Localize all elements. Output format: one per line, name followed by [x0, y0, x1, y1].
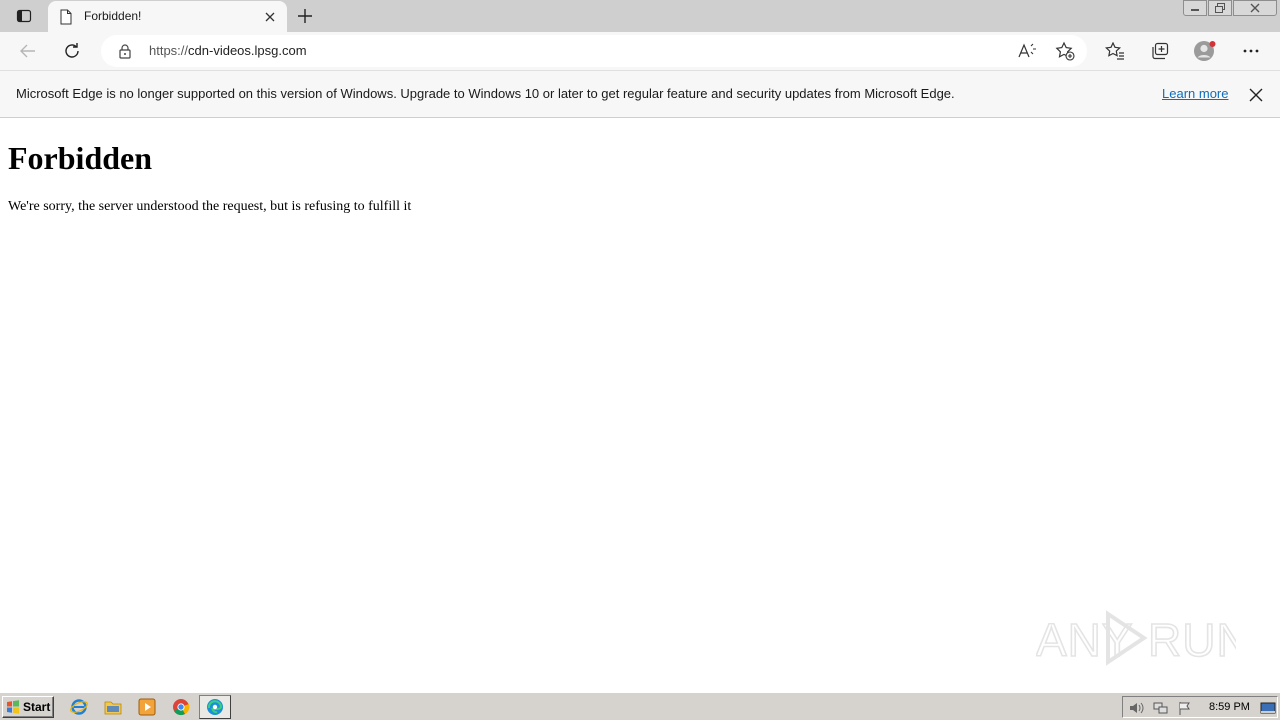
- toolbar: https://cdn-videos.lpsg.com: [0, 32, 1280, 70]
- page-content: Forbidden We're sorry, the server unders…: [0, 118, 1280, 692]
- tab-close-icon[interactable]: [262, 9, 278, 25]
- edge-icon[interactable]: [205, 697, 225, 717]
- tab-strip: Forbidden!: [0, 0, 1280, 32]
- url-protocol: https://: [149, 43, 189, 58]
- taskbar: Start 8:59 PM: [0, 692, 1280, 720]
- plus-icon[interactable]: [294, 5, 316, 27]
- address-bar[interactable]: https://cdn-videos.lpsg.com: [101, 35, 1087, 67]
- tab-title: Forbidden!: [84, 9, 142, 23]
- watermark-text-right: RUN: [1148, 614, 1236, 666]
- arrow-left-icon[interactable]: [14, 37, 42, 65]
- explorer-icon[interactable]: [103, 697, 123, 717]
- volume-icon[interactable]: [1129, 700, 1145, 716]
- favorites-icon[interactable]: [1101, 37, 1129, 65]
- url-text[interactable]: https://cdn-videos.lpsg.com: [149, 43, 307, 58]
- unsupported-os-infobar: Microsoft Edge is no longer supported on…: [0, 70, 1280, 118]
- start-button[interactable]: Start: [2, 696, 54, 718]
- url-host: cdn-videos.lpsg.com: [188, 43, 307, 58]
- close-icon[interactable]: [1246, 85, 1266, 105]
- error-message: We're sorry, the server understood the r…: [8, 199, 412, 214]
- infobar-message: Microsoft Edge is no longer supported on…: [16, 86, 955, 101]
- refresh-icon[interactable]: [58, 37, 86, 65]
- read-aloud-icon[interactable]: [1018, 41, 1038, 61]
- tab-active[interactable]: Forbidden!: [48, 1, 287, 32]
- action-center-flag-icon[interactable]: [1177, 700, 1193, 716]
- show-desktop-icon[interactable]: [1260, 700, 1276, 716]
- page-icon: [59, 9, 73, 25]
- page-title: Forbidden: [8, 140, 153, 176]
- watermark-logo: ANY RUN: [1035, 608, 1250, 668]
- lock-icon[interactable]: [117, 43, 133, 59]
- restore-button[interactable]: [1208, 0, 1232, 16]
- network-icon[interactable]: [1153, 700, 1169, 716]
- profile-icon[interactable]: [1191, 37, 1219, 65]
- tab-actions-icon[interactable]: [8, 4, 40, 28]
- learn-more-link[interactable]: Learn more: [1162, 86, 1228, 101]
- close-window-button[interactable]: [1233, 0, 1277, 16]
- start-label: Start: [23, 700, 51, 714]
- minimize-button[interactable]: [1183, 0, 1207, 16]
- more-icon[interactable]: [1237, 37, 1265, 65]
- clock[interactable]: 8:59 PM: [1209, 701, 1250, 713]
- system-tray: 8:59 PM: [1122, 696, 1278, 718]
- media-player-icon[interactable]: [137, 697, 157, 717]
- ie-icon[interactable]: [69, 697, 89, 717]
- windows-logo-icon: [7, 700, 19, 714]
- chrome-icon[interactable]: [171, 697, 191, 717]
- collections-icon[interactable]: [1146, 37, 1174, 65]
- star-add-icon[interactable]: [1055, 41, 1075, 61]
